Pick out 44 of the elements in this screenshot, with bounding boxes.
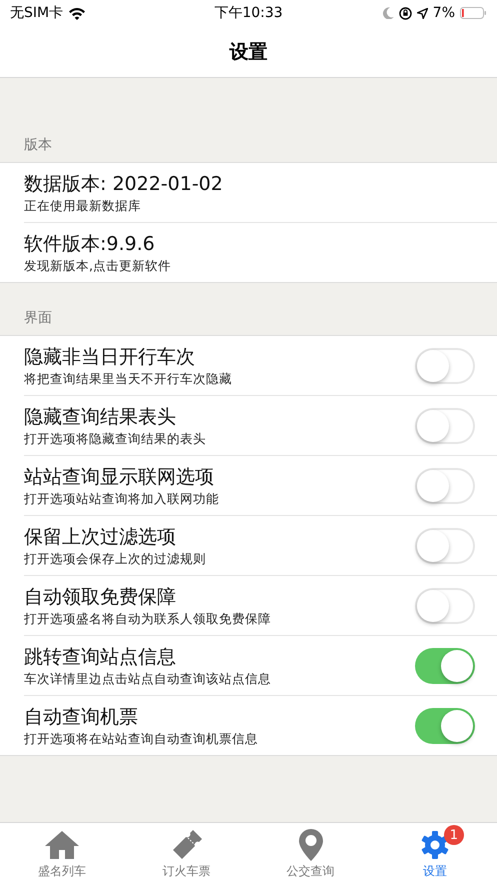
row-title: 自动领取免费保障 [24,584,177,610]
row-subtitle: 正在使用最新数据库 [24,196,142,214]
row-title: 站站查询显示联网选项 [24,464,215,490]
tab-item[interactable]: 订火车票 [124,823,248,883]
page-title: 设置 [230,40,268,64]
row-title: 自动查询机票 [24,704,139,730]
row-title: 软件版本:9.9.6 [24,232,156,256]
tab-item[interactable]: 公交查询 [248,823,373,883]
toggle-switch[interactable] [415,588,475,624]
wifi-icon [68,6,86,20]
rotation-lock-icon [398,6,412,20]
location-icon [416,8,428,18]
row-subtitle: 打开选项会保存上次的过滤规则 [24,550,207,566]
clock-text: 下午10:33 [214,4,283,22]
row-title: 隐藏查询结果表头 [24,404,177,430]
battery-text: 7% [432,5,455,21]
toggle-switch[interactable] [415,408,475,444]
row-title: 跳转查询站点信息 [24,644,177,670]
toggle-switch[interactable] [415,348,475,384]
row-title: 保留上次过滤选项 [24,524,177,550]
section-header: 版本 [24,137,52,153]
toggle-switch[interactable] [415,648,475,684]
section-header: 界面 [24,310,52,326]
map-pin-icon [298,828,324,862]
row-title: 隐藏非当日开行车次 [24,344,196,370]
row-subtitle: 打开选项盛名将自动为联系人领取免费保障 [24,610,272,626]
row-subtitle: 打开选项将隐藏查询结果的表头 [24,430,207,446]
notification-badge: 1 [444,825,464,845]
row-title: 数据版本: 2022-01-02 [24,172,224,196]
row-subtitle: 将把查询结果里当天不开行车次隐藏 [24,370,233,386]
battery-icon [460,7,487,19]
house-icon [44,830,80,860]
settings-icon [420,830,450,860]
carrier-text: 无SIM卡 [10,4,64,22]
row-subtitle: 发现新版本,点击更新软件 [24,256,172,274]
row-subtitle: 车次详情里边点击站点自动查询该站点信息 [24,670,272,686]
row-subtitle: 打开选项站站查询将加入联网功能 [24,490,220,506]
tab-item[interactable]: 1 设置 [372,823,497,883]
toggle-switch[interactable] [415,468,475,504]
toggle-switch[interactable] [415,528,475,564]
tab-item[interactable]: 盛名列车 [0,823,124,883]
moon-icon [382,7,394,19]
toggle-switch[interactable] [415,708,475,744]
row-subtitle: 打开选项将在站站查询自动查询机票信息 [24,730,259,746]
